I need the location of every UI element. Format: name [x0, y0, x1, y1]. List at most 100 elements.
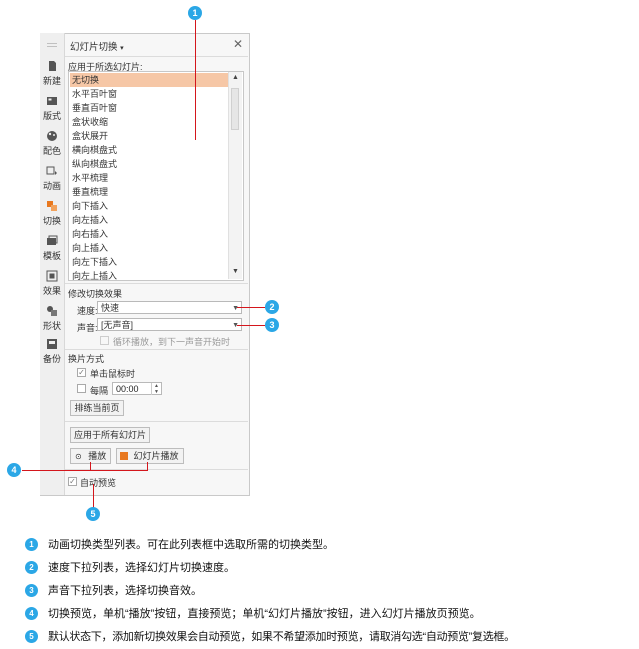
note-text: 动画切换类型列表。可在此列表框中选取所需的切换类型。 [48, 539, 334, 551]
note-badge: 4 [25, 607, 38, 620]
sidebar-item-label: 效果 [42, 286, 61, 296]
autopreview-checkbox[interactable]: ✓ [68, 477, 77, 486]
callout-line-2 [237, 307, 265, 308]
sidebar-grip[interactable] [47, 43, 57, 47]
list-item[interactable]: 向上插入 [70, 241, 228, 255]
sidebar-item-label: 新建 [42, 76, 61, 86]
stepper-arrows-icon[interactable]: ▲ ▼ [151, 383, 161, 395]
on-click-checkbox[interactable]: ✓ [77, 368, 86, 377]
record-icon: ⊙ [75, 452, 82, 461]
list-item[interactable]: 横向棋盘式 [70, 143, 228, 157]
apply-all-button[interactable]: 应用于所有幻灯片 [70, 427, 150, 443]
callout-badge-2: 2 [265, 300, 279, 314]
speed-label: 速度: [77, 306, 98, 316]
sidebar-item-label: 备份 [42, 354, 61, 364]
list-item[interactable]: 无切换 [70, 73, 228, 87]
callout-badge-5: 5 [86, 507, 100, 521]
chevron-down-icon: ▼ [232, 305, 239, 312]
divider [65, 421, 248, 422]
slideshow-button[interactable]: 幻灯片播放 [116, 448, 184, 464]
speed-value: 快速 [101, 303, 120, 313]
every-time-stepper[interactable]: 00:00 ▲ ▼ [112, 382, 162, 395]
callout-line-3 [237, 325, 265, 326]
every-checkbox[interactable] [77, 384, 86, 393]
note-badge: 3 [25, 584, 38, 597]
close-icon[interactable]: ✕ [233, 37, 243, 51]
list-item[interactable]: 向左插入 [70, 213, 228, 227]
new-slide-icon [49, 61, 56, 71]
modify-section-label: 修改切换效果 [68, 289, 123, 299]
callout-line-4 [22, 470, 148, 471]
sidebar-item-label: 配色 [42, 146, 61, 156]
sidebar-item-shapes[interactable]: 形状 [40, 305, 64, 332]
every-time-value: 00:00 [116, 384, 139, 394]
template-icon [47, 235, 58, 245]
divider [65, 349, 248, 350]
list-item[interactable]: 向左上插入 [70, 269, 228, 280]
callout-line-4a [90, 462, 91, 471]
autopreview-label: 自动预览 [80, 478, 117, 488]
divider [65, 283, 248, 284]
list-item[interactable]: 垂直梳理 [70, 185, 228, 199]
chevron-down-icon: ▾ [120, 45, 124, 52]
sidebar-item-template[interactable]: 模板 [40, 235, 64, 262]
callout-badge-3: 3 [265, 318, 279, 332]
every-label: 每隔 [90, 386, 109, 396]
sidebar-item-color[interactable]: 配色 [40, 130, 64, 157]
animation-icon [46, 166, 57, 175]
note-badge: 5 [25, 630, 38, 643]
backup-icon [47, 339, 57, 349]
note-badge: 2 [25, 561, 38, 574]
callout-line-1 [195, 20, 196, 140]
on-click-label: 单击鼠标时 [90, 369, 136, 379]
sidebar-item-effects[interactable]: 效果 [40, 270, 64, 297]
sidebar-item-label: 版式 [42, 111, 61, 121]
shapes-icon [47, 306, 57, 316]
loop-checkbox[interactable] [100, 336, 109, 345]
transition-list[interactable]: 无切换 水平百叶窗 垂直百叶窗 盒状收缩 盒状展开 横向棋盘式 纵向棋盘式 水平… [68, 71, 244, 281]
note-text: 切换预览，单机“播放”按钮，直接预览；单机“幻灯片播放”按钮，进入幻灯片播放页预… [48, 608, 481, 620]
pane-title[interactable]: 幻灯片切换 ▾ [70, 39, 124, 53]
sidebar-item-new[interactable]: 新建 [40, 60, 64, 87]
sidebar-item-label: 动画 [42, 181, 61, 191]
sound-label: 声音: [77, 323, 98, 333]
sidebar-item-label: 切换 [42, 216, 61, 226]
note-text: 声音下拉列表，选择切换音效。 [48, 585, 202, 597]
list-item[interactable]: 纵向棋盘式 [70, 157, 228, 171]
list-item[interactable]: 向下插入 [70, 199, 228, 213]
sound-dropdown[interactable]: [无声音] ▼ [97, 318, 242, 331]
list-item[interactable]: 盒状收缩 [70, 115, 228, 129]
slideshow-button-label: 幻灯片播放 [133, 451, 179, 461]
transition-icon [47, 201, 57, 211]
speed-dropdown[interactable]: 快速 ▼ [97, 301, 242, 314]
play-button-label: 播放 [88, 451, 107, 461]
list-scrollbar[interactable]: ▲ ▼ [228, 72, 242, 279]
list-item[interactable]: 水平梳理 [70, 171, 228, 185]
scroll-thumb[interactable] [231, 88, 239, 130]
callout-line-5 [93, 484, 94, 509]
sidebar-item-label: 模板 [42, 251, 61, 261]
note-text: 速度下拉列表，选择幻灯片切换速度。 [48, 562, 235, 574]
list-item[interactable]: 水平百叶窗 [70, 87, 228, 101]
scroll-up-icon[interactable]: ▲ [232, 74, 239, 81]
advance-section-label: 换片方式 [68, 354, 105, 364]
note-text: 默认状态下，添加新切换效果会自动预览，如果不希望添加时预览，请取消勾选“自动预览… [48, 631, 515, 643]
list-item[interactable]: 向右插入 [70, 227, 228, 241]
note-badge: 1 [25, 538, 38, 551]
sidebar-item-animation[interactable]: 动画 [40, 165, 64, 192]
callout-line-4b [147, 462, 148, 471]
sidebar-item-layout[interactable]: 版式 [40, 95, 64, 122]
list-item[interactable]: 盒状展开 [70, 129, 228, 143]
scroll-down-icon[interactable]: ▼ [232, 268, 239, 275]
callout-badge-1: 1 [188, 6, 202, 20]
layout-icon [47, 97, 57, 105]
sidebar-item-label: 形状 [42, 321, 61, 331]
loop-label: 循环播放，到下一声音开始时 [113, 337, 231, 347]
list-item[interactable]: 垂直百叶窗 [70, 101, 228, 115]
sidebar-item-backup[interactable]: 备份 [40, 338, 64, 365]
slideshow-icon [120, 452, 128, 460]
list-item[interactable]: 向左下插入 [70, 255, 228, 269]
rehearse-button[interactable]: 排练当前页 [70, 400, 124, 416]
sidebar-item-transition[interactable]: 切换 [40, 200, 64, 227]
effects-icon [46, 270, 58, 282]
